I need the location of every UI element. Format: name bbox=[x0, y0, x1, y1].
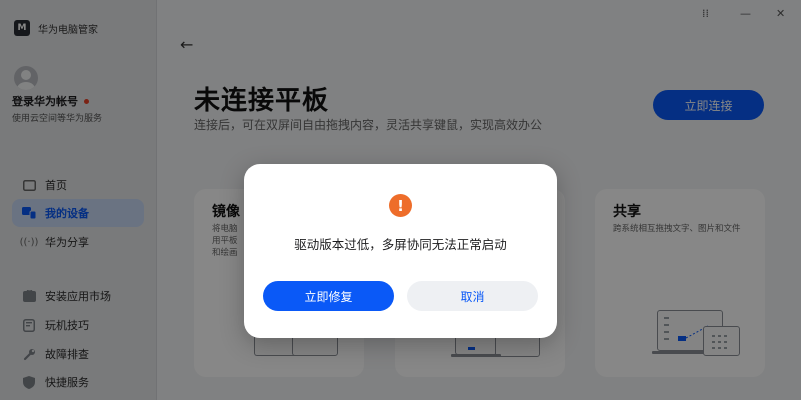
warning-icon: ! bbox=[389, 194, 412, 217]
cancel-button[interactable]: 取消 bbox=[407, 281, 538, 311]
dialog-message: 驱动版本过低，多屏协同无法正常启动 bbox=[294, 237, 507, 252]
driver-error-dialog: ! 驱动版本过低，多屏协同无法正常启动 立即修复 取消 bbox=[244, 164, 557, 338]
fix-now-button[interactable]: 立即修复 bbox=[263, 281, 394, 311]
